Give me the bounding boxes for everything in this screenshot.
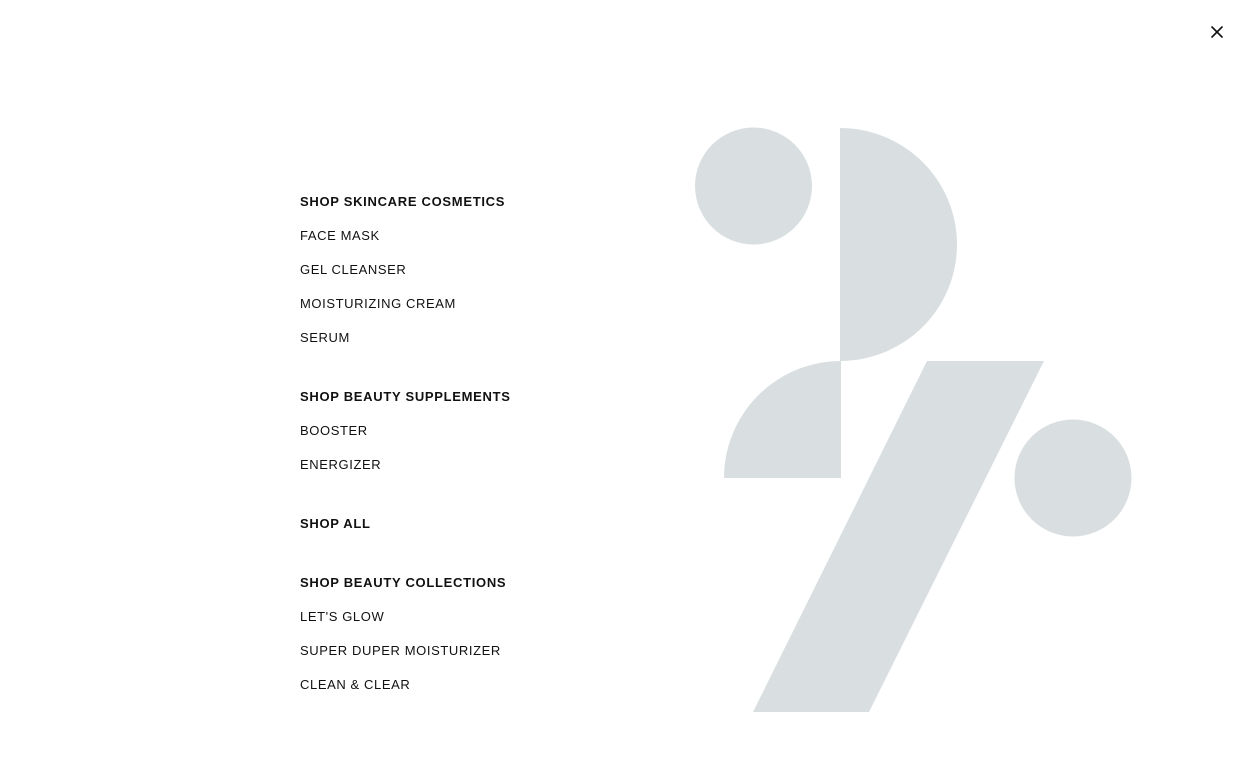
menu-item-energizer[interactable]: ENERGIZER: [300, 457, 381, 473]
bottom-circle-shape: [1014, 419, 1132, 537]
quarter-circle-shape: [724, 361, 841, 478]
menu-heading-skincare[interactable]: SHOP SKINCARE COSMETICS: [300, 194, 505, 210]
shop-menu: SHOP SKINCARE COSMETICS FACE MASK GEL CL…: [300, 0, 660, 772]
menu-item-clean-and-clear[interactable]: CLEAN & CLEAR: [300, 677, 410, 693]
menu-heading-supplements[interactable]: SHOP BEAUTY SUPPLEMENTS: [300, 389, 511, 405]
menu-item-face-mask[interactable]: FACE MASK: [300, 228, 380, 244]
menu-item-lets-glow[interactable]: LET'S GLOW: [300, 609, 384, 625]
menu-heading-shop-all[interactable]: SHOP ALL: [300, 516, 371, 532]
close-icon: [1211, 26, 1223, 38]
menu-item-booster[interactable]: BOOSTER: [300, 423, 368, 439]
top-circle-shape: [695, 127, 812, 245]
menu-heading-collections[interactable]: SHOP BEAUTY COLLECTIONS: [300, 575, 506, 591]
menu-item-moisturizing-cream[interactable]: MOISTURIZING CREAM: [300, 296, 456, 312]
half-circle-shape: [840, 128, 957, 361]
menu-item-gel-cleanser[interactable]: GEL CLEANSER: [300, 262, 406, 278]
slash-shape: [753, 361, 1044, 712]
close-button[interactable]: [1208, 23, 1226, 41]
menu-item-super-duper-moisturizer[interactable]: SUPER DUPER MOISTURIZER: [300, 643, 501, 659]
menu-item-serum[interactable]: SERUM: [300, 330, 350, 346]
